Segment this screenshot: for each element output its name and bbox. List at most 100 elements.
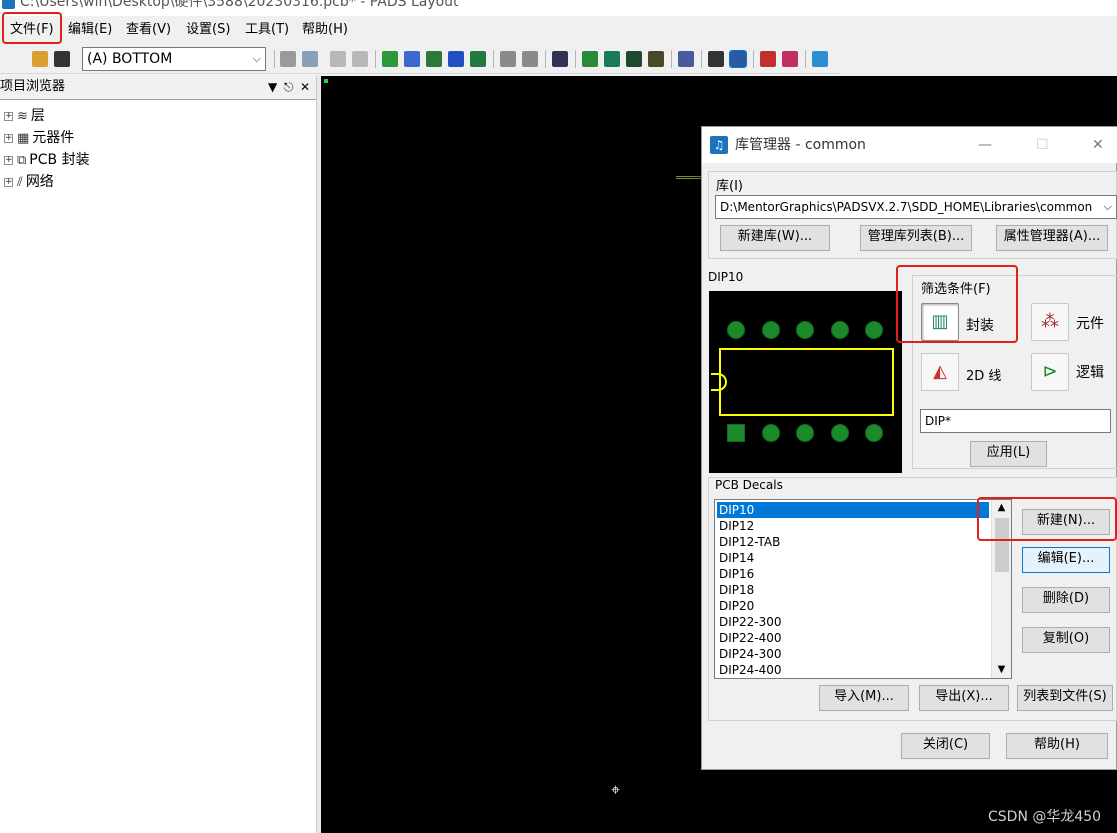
project-browser-title: 项目浏览器: [0, 79, 66, 94]
copy-decal-button[interactable]: 复制(O): [1022, 627, 1110, 653]
menu-tools[interactable]: 工具(T): [245, 21, 289, 41]
watermark: CSDN @华龙450: [988, 809, 1102, 825]
new-library-button[interactable]: 新建库(W)...: [720, 225, 830, 251]
list-to-file-button[interactable]: 列表到文件(S): [1017, 685, 1113, 711]
menu-setup[interactable]: 设置(S): [186, 21, 230, 41]
import-button[interactable]: 导入(M)...: [819, 685, 909, 711]
cam-icon[interactable]: [648, 51, 664, 67]
layer-select[interactable]: (A) BOTTOM ⌵: [82, 47, 266, 71]
design-icon[interactable]: [404, 51, 420, 67]
toolbar-separator: [753, 50, 754, 68]
tree-item-decals[interactable]: + ⧉ PCB 封装: [4, 150, 90, 170]
filter-part-button[interactable]: ⁂: [1031, 303, 1069, 341]
toolbar-separator: [671, 50, 672, 68]
zoom-icon[interactable]: [552, 51, 568, 67]
pad: [865, 321, 883, 339]
edit-decal-button[interactable]: 编辑(E)...: [1022, 547, 1110, 573]
toolbar-separator: [274, 50, 275, 68]
chevron-down-icon[interactable]: ▼: [992, 662, 1011, 678]
apply-button[interactable]: 应用(L): [970, 441, 1047, 467]
list-item[interactable]: DIP18: [717, 582, 989, 598]
board-outline-fragment: [676, 176, 702, 179]
flood-icon[interactable]: [626, 51, 642, 67]
close-icon[interactable]: ✕: [300, 76, 310, 98]
project-browser-icon[interactable]: [729, 50, 747, 68]
pads-app-icon: [2, 0, 15, 9]
library-icon: ♫: [710, 136, 728, 154]
expand-icon[interactable]: +: [4, 133, 13, 143]
close-icon[interactable]: ✕: [1092, 127, 1104, 163]
pad-pin1: [727, 424, 745, 442]
decals-list[interactable]: DIP10 DIP12 DIP12-TAB DIP14 DIP16 DIP18 …: [714, 499, 1012, 679]
tree-item-label: 元器件: [32, 130, 75, 146]
drafting-icon[interactable]: [382, 51, 398, 67]
list-item[interactable]: DIP10: [717, 502, 989, 518]
delete-decal-button[interactable]: 删除(D): [1022, 587, 1110, 613]
menu-help[interactable]: 帮助(H): [302, 21, 348, 41]
dialog-title: 库管理器 - common: [735, 137, 866, 153]
open-icon[interactable]: [32, 51, 48, 67]
redo-icon[interactable]: [522, 51, 538, 67]
verify-icon[interactable]: [582, 51, 598, 67]
pad: [796, 321, 814, 339]
list-item[interactable]: DIP16: [717, 566, 989, 582]
filter-2d-button[interactable]: ◭: [921, 353, 959, 391]
snapshot-icon[interactable]: [330, 51, 346, 67]
filter-2d-label: 2D 线: [966, 369, 1002, 384]
close-button[interactable]: 关闭(C): [901, 733, 990, 759]
logic-gate-icon: ⊳: [1042, 361, 1058, 382]
undo-icon[interactable]: [500, 51, 516, 67]
pour-icon[interactable]: [604, 51, 620, 67]
list-item[interactable]: DIP24-400: [717, 662, 989, 678]
snapshot2-icon[interactable]: [352, 51, 368, 67]
menu-bar: 文件(F) 编辑(E) 查看(V) 设置(S) 工具(T) 帮助(H): [0, 17, 1117, 43]
filter-text-input[interactable]: DIP*: [920, 409, 1111, 433]
properties-icon[interactable]: [280, 51, 296, 67]
tree-item-label: 网络: [25, 174, 54, 190]
expand-icon[interactable]: +: [4, 155, 13, 165]
toolbar-separator: [545, 50, 546, 68]
list-item[interactable]: DIP24-300: [717, 646, 989, 662]
tree-item-layers[interactable]: + ≋ 层: [4, 106, 45, 126]
expand-icon[interactable]: +: [4, 111, 13, 121]
filter-logic-button[interactable]: ⊳: [1031, 353, 1069, 391]
part-icon: ⁂: [1041, 311, 1059, 332]
menu-edit[interactable]: 编辑(E): [68, 21, 112, 41]
redraw-icon[interactable]: [302, 51, 318, 67]
tree-item-label: PCB 封装: [29, 152, 90, 168]
help-icon[interactable]: [812, 51, 828, 67]
project-browser-header: 项目浏览器 ▼ ⎋ ✕: [0, 76, 316, 98]
tree-item-label: 层: [30, 108, 45, 124]
list-item[interactable]: DIP20: [717, 598, 989, 614]
help-button[interactable]: 帮助(H): [1006, 733, 1108, 759]
manage-library-list-button[interactable]: 管理库列表(B)...: [860, 225, 972, 251]
library-icon[interactable]: [678, 51, 694, 67]
list-item[interactable]: DIP14: [717, 550, 989, 566]
tree-item-components[interactable]: + ▦ 元器件: [4, 128, 74, 148]
attribute-manager-button[interactable]: 属性管理器(A)...: [996, 225, 1108, 251]
router-icon[interactable]: [760, 51, 776, 67]
save-icon[interactable]: [54, 51, 70, 67]
library-label: 库(I): [716, 179, 743, 194]
tree-item-nets[interactable]: + ⫽ 网络: [4, 172, 54, 192]
list-item[interactable]: DIP22-400: [717, 630, 989, 646]
maximize-icon: ☐: [1036, 137, 1049, 153]
display-icon[interactable]: [708, 51, 724, 67]
library-select[interactable]: D:\MentorGraphics\PADSVX.2.7\SDD_HOME\Li…: [715, 195, 1117, 219]
dropdown-icon[interactable]: ▼: [268, 76, 277, 98]
minimize-icon[interactable]: —: [978, 127, 992, 163]
pin-icon[interactable]: ⎋: [284, 76, 294, 98]
project-browser-tree: + ≋ 层 + ▦ 元器件 + ⧉ PCB 封装 + ⫽ 网络: [0, 99, 316, 833]
route-icon[interactable]: [448, 51, 464, 67]
pad: [831, 321, 849, 339]
export-button[interactable]: 导出(X)...: [919, 685, 1009, 711]
list-item[interactable]: DIP22-300: [717, 614, 989, 630]
expand-icon[interactable]: +: [4, 177, 13, 187]
list-item[interactable]: DIP12: [717, 518, 989, 534]
dimension-icon[interactable]: [470, 51, 486, 67]
router2-icon[interactable]: [782, 51, 798, 67]
ecn-icon[interactable]: [426, 51, 442, 67]
menu-view[interactable]: 查看(V): [126, 21, 171, 41]
list-item[interactable]: DIP12-TAB: [717, 534, 989, 550]
origin-marker: [324, 79, 328, 83]
